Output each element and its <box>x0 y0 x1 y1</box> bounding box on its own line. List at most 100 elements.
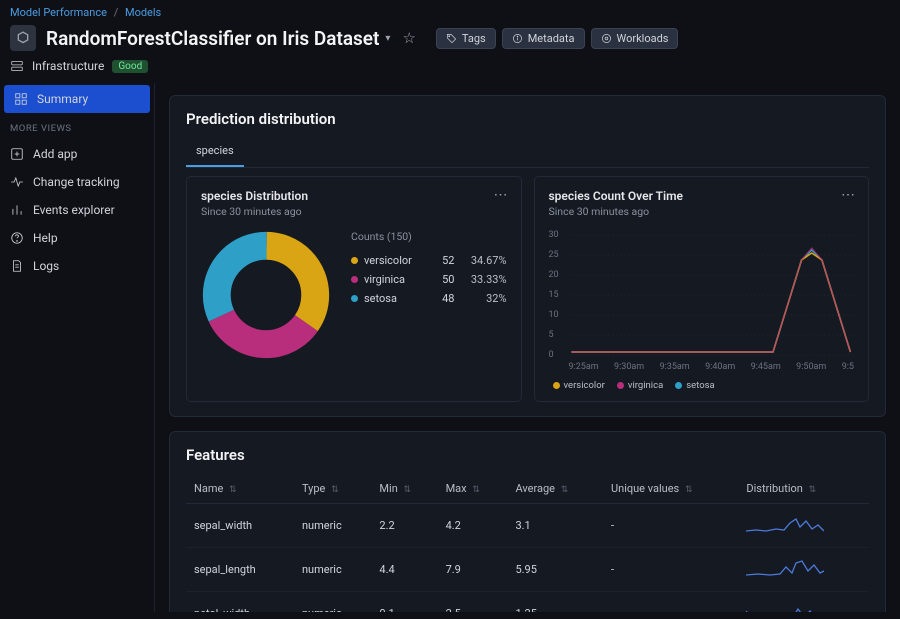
swatch <box>675 382 682 389</box>
y-tick: 15 <box>549 290 559 300</box>
cell-avg: 3.1 <box>507 504 603 548</box>
col-avg[interactable]: Average ⇅ <box>507 474 603 504</box>
sidebar-item-events-explorer[interactable]: Events explorer <box>0 196 154 224</box>
y-tick: 25 <box>549 250 559 260</box>
legend-item: versicolor <box>553 380 605 391</box>
title-dropdown[interactable]: ▾ <box>385 33 390 44</box>
col-min[interactable]: Min ⇅ <box>371 474 437 504</box>
legend-count: 50 <box>429 273 455 286</box>
tags-button[interactable]: Tags <box>436 28 496 49</box>
x-tick: 9:25am <box>569 362 599 372</box>
x-tick: 9:45am <box>751 362 781 372</box>
distribution-card: ⋯ species Distribution Since 30 minutes … <box>186 176 522 402</box>
cell-avg: 5.95 <box>507 548 603 592</box>
y-tick: 20 <box>549 270 559 280</box>
cell-max: 7.9 <box>438 548 508 592</box>
sidebar-item-label: Help <box>33 231 58 245</box>
legend-pct: 33.33% <box>461 273 507 286</box>
sidebar-item-summary[interactable]: Summary <box>4 85 150 113</box>
metadata-button[interactable]: Metadata <box>502 28 585 49</box>
card-menu[interactable]: ⋯ <box>494 187 509 203</box>
x-tick: 9:35am <box>660 362 690 372</box>
legend-label: setosa <box>364 292 423 305</box>
sparkline <box>746 601 824 612</box>
cell-name: sepal_length <box>186 548 294 592</box>
cell-uniq: - <box>603 548 738 592</box>
sidebar-item-add-app[interactable]: Add app <box>0 140 154 168</box>
sidebar-item-label: Add app <box>33 147 77 161</box>
col-dist[interactable]: Distribution ⇅ <box>738 474 869 504</box>
card-subtitle: Since 30 minutes ago <box>549 205 855 218</box>
summary-icon <box>14 92 28 106</box>
legend-pct: 32% <box>461 292 507 305</box>
legend-label: versicolor <box>564 380 605 391</box>
y-tick: 0 <box>549 350 554 360</box>
metadata-label: Metadata <box>528 32 575 45</box>
bars-icon <box>10 203 24 217</box>
donut-chart <box>201 230 331 360</box>
tag-icon <box>446 33 457 44</box>
tags-label: Tags <box>462 32 486 45</box>
sort-icon: ⇅ <box>229 485 237 495</box>
main-content: Prediction distribution species ⋯ specie… <box>155 83 900 612</box>
swatch <box>351 276 358 283</box>
sidebar-item-label: Logs <box>33 259 59 273</box>
x-tick: 9:5 <box>842 362 854 372</box>
col-name[interactable]: Name ⇅ <box>186 474 294 504</box>
table-row[interactable]: petal_width numeric 0.1 2.5 1.25 - <box>186 592 869 613</box>
favorite-star[interactable]: ☆ <box>402 29 415 47</box>
timeseries-card: ⋯ species Count Over Time Since 30 minut… <box>534 176 870 402</box>
sidebar-item-label: Change tracking <box>33 175 120 189</box>
swatch <box>351 295 358 302</box>
table-row[interactable]: sepal_length numeric 4.4 7.9 5.95 - <box>186 548 869 592</box>
card-menu[interactable]: ⋯ <box>841 187 856 203</box>
cell-type: numeric <box>294 548 371 592</box>
breadcrumb-models[interactable]: Models <box>125 6 161 19</box>
cell-type: numeric <box>294 504 371 548</box>
legend-label: virginica <box>628 380 663 391</box>
breadcrumb-model-performance[interactable]: Model Performance <box>10 6 107 19</box>
cell-avg: 1.25 <box>507 592 603 613</box>
sidebar-item-label: Summary <box>37 92 88 106</box>
cell-min: 2.2 <box>371 504 437 548</box>
col-max[interactable]: Max ⇅ <box>438 474 508 504</box>
page-title: RandomForestClassifier on Iris Dataset <box>46 27 379 50</box>
sidebar-item-logs[interactable]: Logs <box>0 252 154 280</box>
sparkline <box>746 557 824 579</box>
legend-row: virginica 50 33.33% <box>351 270 507 289</box>
workloads-label: Workloads <box>617 32 669 45</box>
workloads-button[interactable]: Workloads <box>591 28 679 49</box>
table-row[interactable]: sepal_width numeric 2.2 4.2 3.1 - <box>186 504 869 548</box>
cell-dist <box>738 504 869 548</box>
sidebar: Summary MORE VIEWS Add app Change tracki… <box>0 83 155 612</box>
legend-label: virginica <box>364 273 423 286</box>
sidebar-item-help[interactable]: Help <box>0 224 154 252</box>
tab-species[interactable]: species <box>186 138 244 167</box>
x-tick: 9:30am <box>614 362 644 372</box>
y-tick: 5 <box>549 330 554 340</box>
x-tick: 9:50am <box>796 362 826 372</box>
swatch <box>351 257 358 264</box>
cell-max: 4.2 <box>438 504 508 548</box>
prediction-panel: Prediction distribution species ⋯ specie… <box>169 95 886 417</box>
col-type[interactable]: Type ⇅ <box>294 474 371 504</box>
legend-header: Counts (150) <box>351 230 507 243</box>
sort-icon: ⇅ <box>404 485 412 495</box>
col-uniq[interactable]: Unique values ⇅ <box>603 474 738 504</box>
file-icon <box>10 259 24 273</box>
sidebar-item-change-tracking[interactable]: Change tracking <box>0 168 154 196</box>
x-tick: 9:40am <box>705 362 735 372</box>
donut-legend: Counts (150) versicolor 52 34.67% virgin… <box>351 230 507 308</box>
y-tick: 10 <box>549 310 559 320</box>
features-panel: Features Name ⇅Type ⇅Min ⇅Max ⇅Average ⇅… <box>169 431 886 612</box>
cell-uniq: - <box>603 592 738 613</box>
features-table: Name ⇅Type ⇅Min ⇅Max ⇅Average ⇅Unique va… <box>186 474 869 612</box>
legend-item: virginica <box>617 380 663 391</box>
y-tick: 30 <box>549 230 559 240</box>
legend-count: 52 <box>429 254 455 267</box>
legend-count: 48 <box>429 292 455 305</box>
prediction-tabs: species <box>186 138 869 168</box>
timeseries-plot: 30 25 20 15 10 5 0 <box>549 230 855 360</box>
infrastructure-row[interactable]: Infrastructure Good <box>0 59 900 83</box>
sort-icon: ⇅ <box>809 485 817 495</box>
